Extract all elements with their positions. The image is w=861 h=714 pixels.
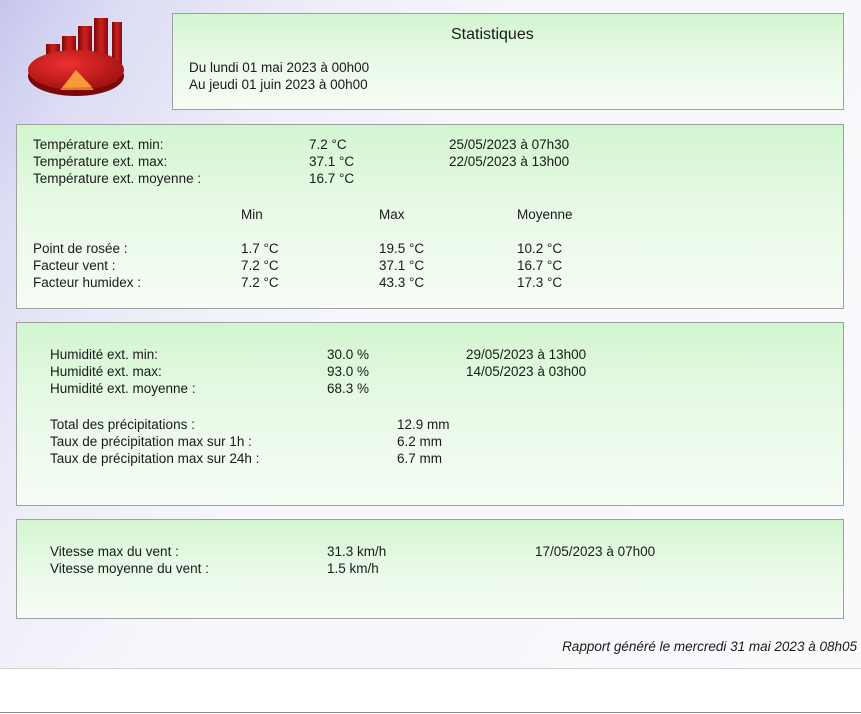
wind-max-value: 31.3 km/h — [327, 544, 387, 559]
temp-max-date: 22/05/2023 à 13h00 — [449, 154, 570, 169]
wind-max-date: 17/05/2023 à 07h00 — [535, 544, 656, 559]
wind-avg-label: Vitesse moyenne du vent : — [50, 561, 209, 576]
hum-min-date: 29/05/2023 à 13h00 — [466, 347, 587, 362]
humidex-label: Facteur humidex : — [33, 275, 142, 290]
hum-max-value: 93.0 % — [327, 364, 370, 379]
statistics-report: Statistiques Du lundi 01 mai 2023 à 00h0… — [0, 0, 861, 669]
hum-min-label: Humidité ext. min: — [50, 347, 159, 362]
humidex-avg: 17.3 °C — [517, 275, 563, 290]
windchill-avg: 16.7 °C — [517, 258, 563, 273]
page-title: Statistiques — [451, 26, 534, 43]
temp-min-date: 25/05/2023 à 07h30 — [449, 137, 570, 152]
hum-max-label: Humidité ext. max: — [50, 364, 162, 379]
divider — [0, 712, 861, 713]
humidity-panel: Humidité ext. min: 30.0 % 29/05/2023 à 1… — [16, 322, 844, 506]
statistics-chart-icon — [28, 18, 124, 96]
temp-max-label: Température ext. max: — [33, 154, 168, 169]
dewpoint-min: 1.7 °C — [241, 241, 279, 256]
col-header-min: Min — [241, 207, 263, 222]
col-header-avg: Moyenne — [517, 207, 573, 222]
precip-24h-value: 6.7 mm — [397, 451, 443, 466]
temp-avg-value: 16.7 °C — [309, 171, 355, 186]
wind-max-label: Vitesse max du vent : — [50, 544, 179, 559]
precip-24h-label: Taux de précipitation max sur 24h : — [50, 451, 260, 466]
hum-avg-value: 68.3 % — [327, 381, 370, 396]
wind-panel: Vitesse max du vent : 31.3 km/h 17/05/20… — [16, 519, 844, 619]
temperature-panel: Température ext. min: 7.2 °C 25/05/2023 … — [16, 124, 844, 309]
dewpoint-label: Point de rosée : — [33, 241, 128, 256]
dewpoint-avg: 10.2 °C — [517, 241, 563, 256]
precip-total-label: Total des précipitations : — [50, 417, 195, 432]
temp-min-value: 7.2 °C — [309, 137, 347, 152]
report-generated-footer: Rapport généré le mercredi 31 mai 2023 à… — [562, 639, 857, 654]
period-end: Au jeudi 01 juin 2023 à 00h00 — [189, 77, 368, 92]
humidex-max: 43.3 °C — [379, 275, 425, 290]
precip-1h-label: Taux de précipitation max sur 1h : — [50, 434, 252, 449]
precip-total-value: 12.9 mm — [397, 417, 450, 432]
header-panel: Statistiques Du lundi 01 mai 2023 à 00h0… — [172, 13, 844, 110]
windchill-label: Facteur vent : — [33, 258, 116, 273]
windchill-min: 7.2 °C — [241, 258, 279, 273]
wind-avg-value: 1.5 km/h — [327, 561, 379, 576]
humidex-min: 7.2 °C — [241, 275, 279, 290]
hum-max-date: 14/05/2023 à 03h00 — [466, 364, 587, 379]
temp-min-label: Température ext. min: — [33, 137, 164, 152]
col-header-max: Max — [379, 207, 405, 222]
hum-avg-label: Humidité ext. moyenne : — [50, 381, 196, 396]
hum-min-value: 30.0 % — [327, 347, 370, 362]
precip-1h-value: 6.2 mm — [397, 434, 443, 449]
dewpoint-max: 19.5 °C — [379, 241, 425, 256]
temp-max-value: 37.1 °C — [309, 154, 355, 169]
temp-avg-label: Température ext. moyenne : — [33, 171, 202, 186]
windchill-max: 37.1 °C — [379, 258, 425, 273]
period-start: Du lundi 01 mai 2023 à 00h00 — [189, 60, 370, 75]
